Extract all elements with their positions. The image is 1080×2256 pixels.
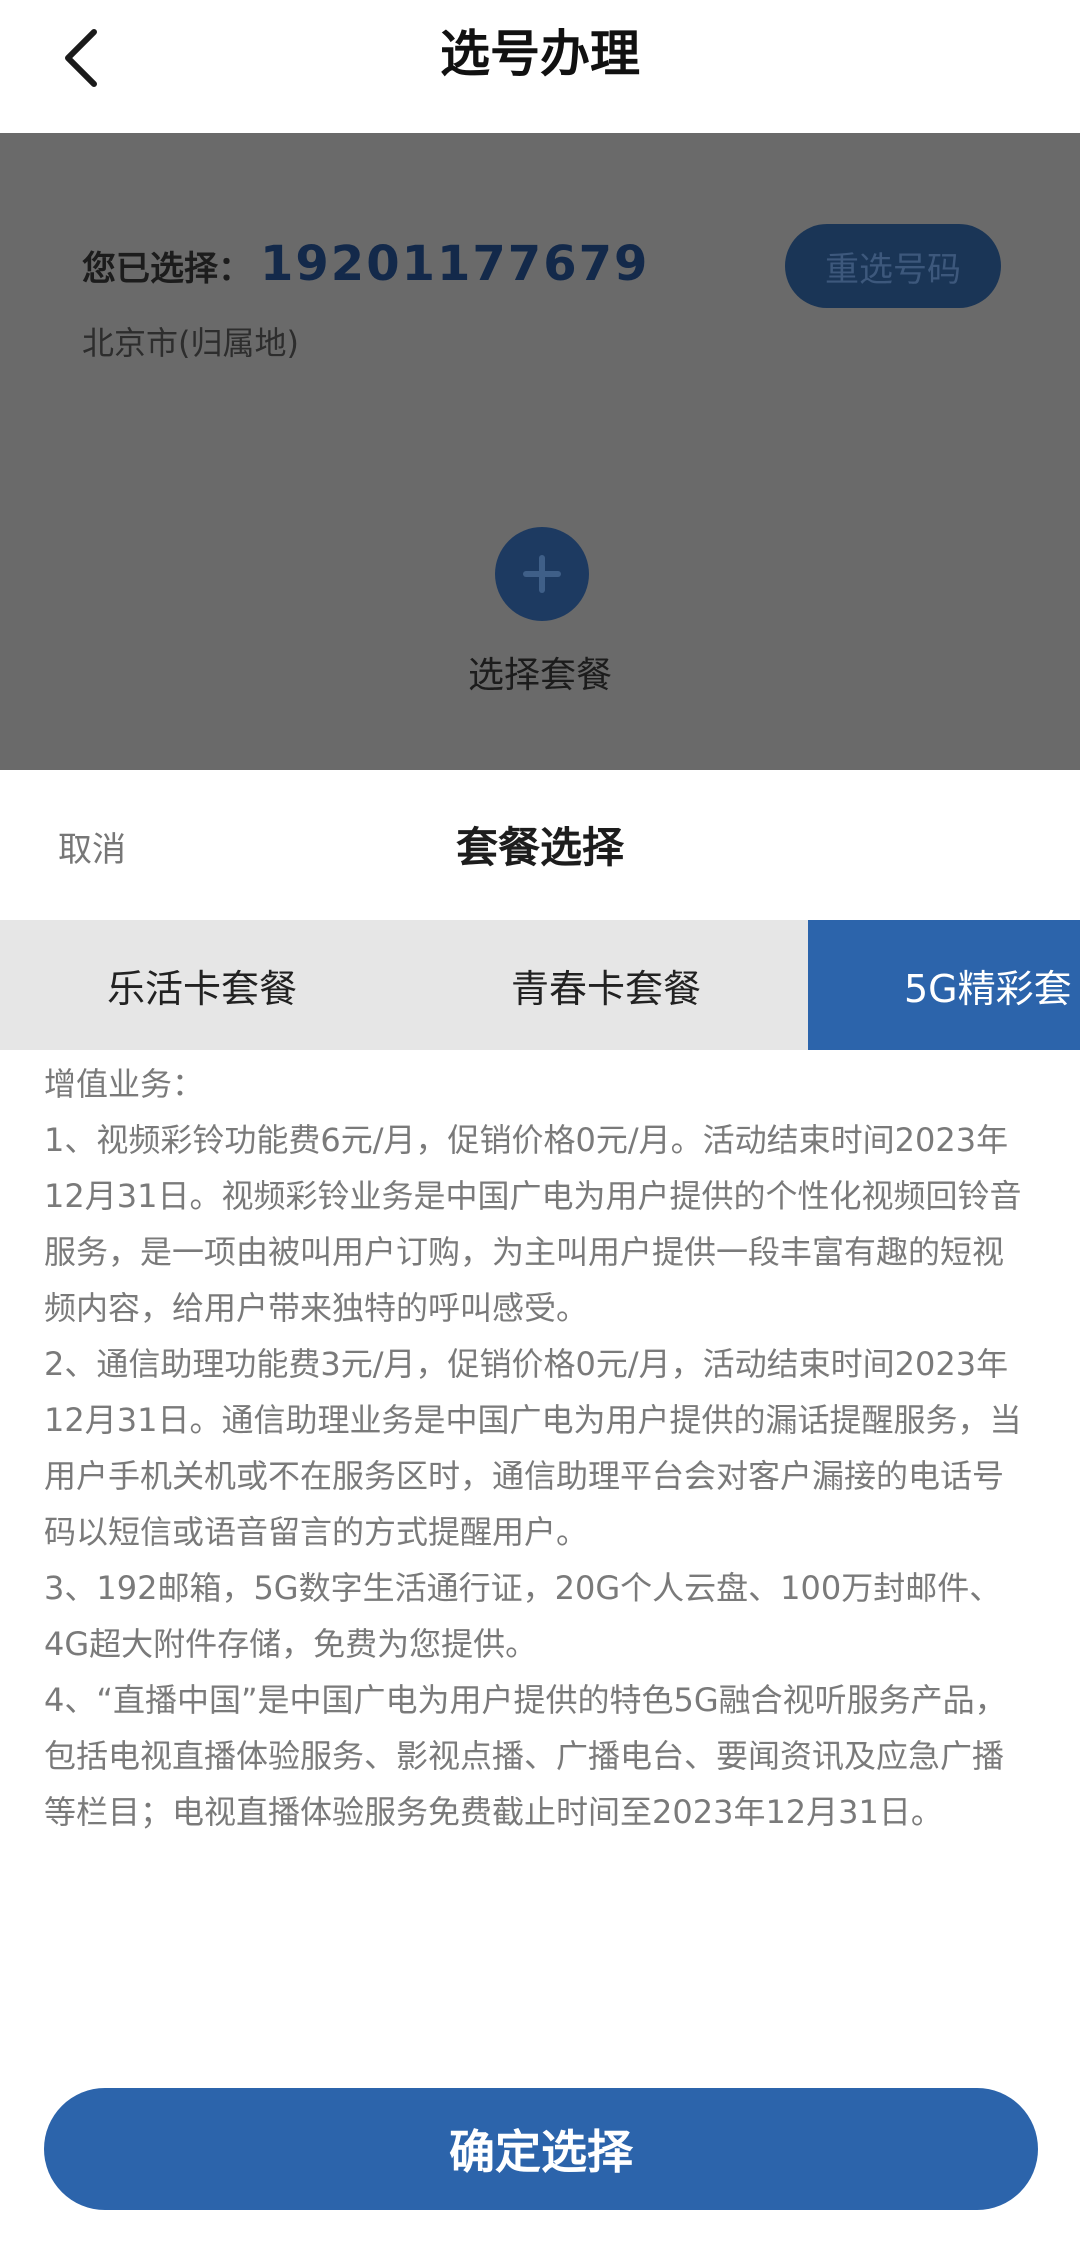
- add-plan-button[interactable]: [495, 527, 589, 621]
- choose-plan-label: 选择套餐: [467, 655, 612, 696]
- description-item: 3、192邮箱，5G数字生活通行证，20G个人云盘、100万封邮件、4G超大附件…: [44, 1569, 1002, 1663]
- tab-qingchun-card[interactable]: 青春卡套餐: [404, 920, 808, 1050]
- plan-selection-sheet: 取消 套餐选择 乐活卡套餐 青春卡套餐 5G精彩套 增值业务： 1、视频彩铃功能…: [0, 770, 1080, 2256]
- tab-5g-jingcai[interactable]: 5G精彩套: [808, 920, 1080, 1050]
- page-title: 选号办理: [440, 25, 640, 83]
- reselect-number-button[interactable]: 重选号码: [785, 224, 1001, 308]
- plan-tabs: 乐活卡套餐 青春卡套餐 5G精彩套: [0, 920, 1080, 1050]
- app-header: 选号办理: [0, 0, 1080, 133]
- selected-phone-number: 19201177679: [260, 236, 650, 292]
- plan-selection-screen: 选号办理 您已选择： 19201177679 北京市(归属地) 重选号码 选择套…: [0, 0, 1080, 2256]
- description-item: 2、通信助理功能费3元/月，促销价格0元/月，活动结束时间2023年12月31日…: [44, 1345, 1022, 1551]
- tab-lehuo-card[interactable]: 乐活卡套餐: [0, 920, 404, 1050]
- plan-description: 增值业务： 1、视频彩铃功能费6元/月，促销价格0元/月。活动结束时间2023年…: [44, 1056, 1034, 1840]
- sheet-title: 套餐选择: [455, 823, 624, 872]
- sheet-header: 取消 套餐选择: [0, 770, 1080, 920]
- description-heading: 增值业务：: [44, 1065, 205, 1103]
- description-item: 1、视频彩铃功能费6元/月，促销价格0元/月。活动结束时间2023年12月31日…: [44, 1121, 1022, 1327]
- number-region: 北京市(归属地): [82, 324, 299, 362]
- selected-label: 您已选择：: [82, 249, 252, 289]
- confirm-selection-button[interactable]: 确定选择: [44, 2088, 1038, 2210]
- selected-number-row: 您已选择： 19201177679: [82, 236, 649, 292]
- description-item: 4、“直播中国”是中国广电为用户提供的特色5G融合视听服务产品，包括电视直播体验…: [44, 1681, 1007, 1831]
- plus-icon: [523, 555, 561, 593]
